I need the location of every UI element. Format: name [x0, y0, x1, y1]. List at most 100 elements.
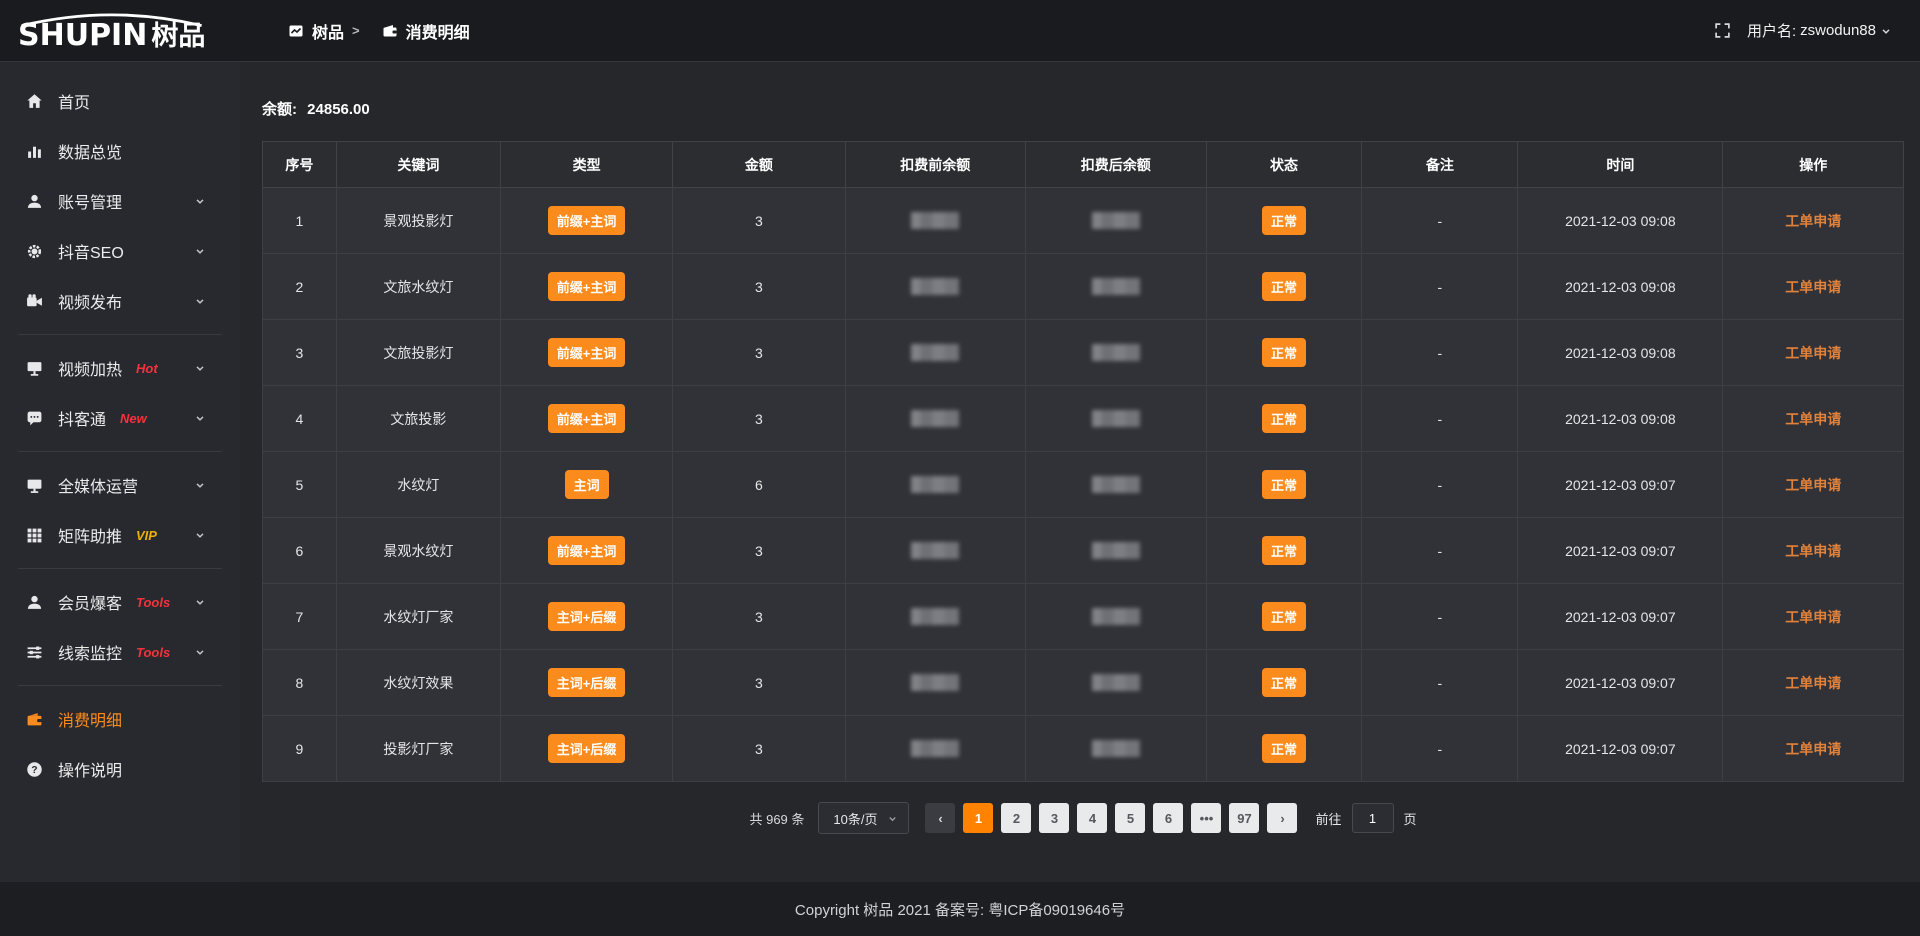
cell-index: 2 [263, 254, 337, 320]
column-header: 时间 [1518, 142, 1723, 188]
sidebar-item-10[interactable]: 矩阵助推 VIP [0, 510, 240, 560]
column-header: 扣费前余额 [845, 142, 1026, 188]
sidebar-item-7[interactable]: 抖客通 New [0, 393, 240, 443]
work-order-link[interactable]: 工单申请 [1785, 675, 1841, 691]
sidebar-item-16[interactable]: ? 操作说明 [0, 744, 240, 794]
cell-action: 工单申请 [1723, 716, 1904, 782]
column-header: 类型 [500, 142, 672, 188]
cell-remark: - [1362, 320, 1518, 386]
cell-keyword: 景观水纹灯 [336, 518, 500, 584]
cell-remark: - [1362, 584, 1518, 650]
work-order-link[interactable]: 工单申请 [1785, 477, 1841, 493]
sidebar-item-4[interactable]: 视频发布 [0, 276, 240, 326]
work-order-link[interactable]: 工单申请 [1785, 279, 1841, 295]
cell-index: 4 [263, 386, 337, 452]
cell-time: 2021-12-03 09:07 [1518, 452, 1723, 518]
breadcrumb-separator: > [352, 23, 360, 38]
status-badge: 正常 [1262, 272, 1306, 301]
page-button-2[interactable]: 2 [1001, 803, 1031, 833]
status-badge: 正常 [1262, 734, 1306, 763]
cell-action: 工单申请 [1723, 452, 1904, 518]
cell-amount: 3 [673, 650, 845, 716]
cell-status: 正常 [1206, 452, 1362, 518]
breadcrumb-root[interactable]: 树品 [312, 19, 344, 43]
work-order-link[interactable]: 工单申请 [1785, 543, 1841, 559]
chevron-down-icon [190, 412, 210, 424]
cell-index: 5 [263, 452, 337, 518]
page-button-3[interactable]: 3 [1039, 803, 1069, 833]
status-badge: 正常 [1262, 338, 1306, 367]
type-badge: 主词 [565, 470, 609, 499]
cell-amount: 3 [673, 188, 845, 254]
page-button-6[interactable]: 6 [1153, 803, 1183, 833]
page-button-97[interactable]: 97 [1229, 803, 1259, 833]
breadcrumb-current[interactable]: 消费明细 [406, 19, 470, 43]
page-button-1[interactable]: 1 [963, 803, 993, 833]
prev-page-button[interactable]: ‹ [925, 803, 955, 833]
work-order-link[interactable]: 工单申请 [1785, 741, 1841, 757]
cell-balance-after [1026, 518, 1207, 584]
status-badge: 正常 [1262, 470, 1306, 499]
fullscreen-icon[interactable] [1714, 22, 1731, 39]
sidebar-item-9[interactable]: 全媒体运营 [0, 460, 240, 510]
sidebar-item-12[interactable]: 会员爆客 Tools [0, 577, 240, 627]
page-size-value: 10条/页 [833, 809, 877, 828]
sidebar-item-0[interactable]: 首页 [0, 76, 240, 126]
sidebar-item-1[interactable]: 数据总览 [0, 126, 240, 176]
cell-amount: 3 [673, 320, 845, 386]
user-menu[interactable]: 用户名: zswodun88 [1747, 20, 1892, 41]
work-order-link[interactable]: 工单申请 [1785, 345, 1841, 361]
cell-index: 3 [263, 320, 337, 386]
masked-balance-before [911, 674, 959, 691]
monitor-icon [24, 477, 44, 494]
goto-page-input[interactable] [1352, 803, 1394, 833]
page-button-5[interactable]: 5 [1115, 803, 1145, 833]
page-button-4[interactable]: 4 [1077, 803, 1107, 833]
cell-balance-before [845, 452, 1026, 518]
column-header: 操作 [1723, 142, 1904, 188]
page-button-•••[interactable]: ••• [1191, 803, 1221, 833]
display-icon [24, 360, 44, 377]
table-row: 7 水纹灯厂家 主词+后缀 3 正常 - 2021-12-03 09:07 工单… [263, 584, 1904, 650]
cell-amount: 3 [673, 716, 845, 782]
sidebar-item-15[interactable]: 消费明细 [0, 694, 240, 744]
sidebar-divider [18, 334, 222, 335]
cell-amount: 6 [673, 452, 845, 518]
work-order-link[interactable]: 工单申请 [1785, 411, 1841, 427]
table-header-row: 序号关键词类型金额扣费前余额扣费后余额状态备注时间操作 [263, 142, 1904, 188]
status-badge: 正常 [1262, 602, 1306, 631]
cell-remark: - [1362, 386, 1518, 452]
sidebar-item-label: 矩阵助推 [58, 523, 122, 547]
table-row: 5 水纹灯 主词 6 正常 - 2021-12-03 09:07 工单申请 [263, 452, 1904, 518]
logo[interactable]: SHUPIN树品 [0, 11, 240, 51]
sidebar-item-label: 视频发布 [58, 289, 122, 313]
sidebar-item-13[interactable]: 线索监控 Tools [0, 627, 240, 677]
cell-time: 2021-12-03 09:08 [1518, 386, 1723, 452]
cell-status: 正常 [1206, 254, 1362, 320]
chevron-down-icon [190, 529, 210, 541]
cell-balance-before [845, 584, 1026, 650]
sidebar-divider [18, 451, 222, 452]
cell-time: 2021-12-03 09:07 [1518, 650, 1723, 716]
next-page-button[interactable]: › [1267, 803, 1297, 833]
sidebar-item-2[interactable]: 账号管理 [0, 176, 240, 226]
user-icon [24, 193, 44, 210]
page-size-select[interactable]: 10条/页 [818, 802, 909, 834]
masked-balance-after [1092, 278, 1140, 295]
wallet-icon [382, 23, 398, 39]
table-row: 9 投影灯厂家 主词+后缀 3 正常 - 2021-12-03 09:07 工单… [263, 716, 1904, 782]
cell-action: 工单申请 [1723, 650, 1904, 716]
status-badge: 正常 [1262, 404, 1306, 433]
cell-action: 工单申请 [1723, 188, 1904, 254]
column-header: 状态 [1206, 142, 1362, 188]
username-label: 用户名: [1747, 20, 1796, 41]
gear-icon [24, 243, 44, 260]
chevron-down-icon [190, 245, 210, 257]
page-buttons: 123456 ••• 97 [963, 803, 1259, 833]
sidebar-item-6[interactable]: 视频加热 Hot [0, 343, 240, 393]
work-order-link[interactable]: 工单申请 [1785, 213, 1841, 229]
sidebar-item-3[interactable]: 抖音SEO [0, 226, 240, 276]
cell-balance-before [845, 254, 1026, 320]
work-order-link[interactable]: 工单申请 [1785, 609, 1841, 625]
sidebar-item-label: 抖客通 [58, 406, 106, 430]
